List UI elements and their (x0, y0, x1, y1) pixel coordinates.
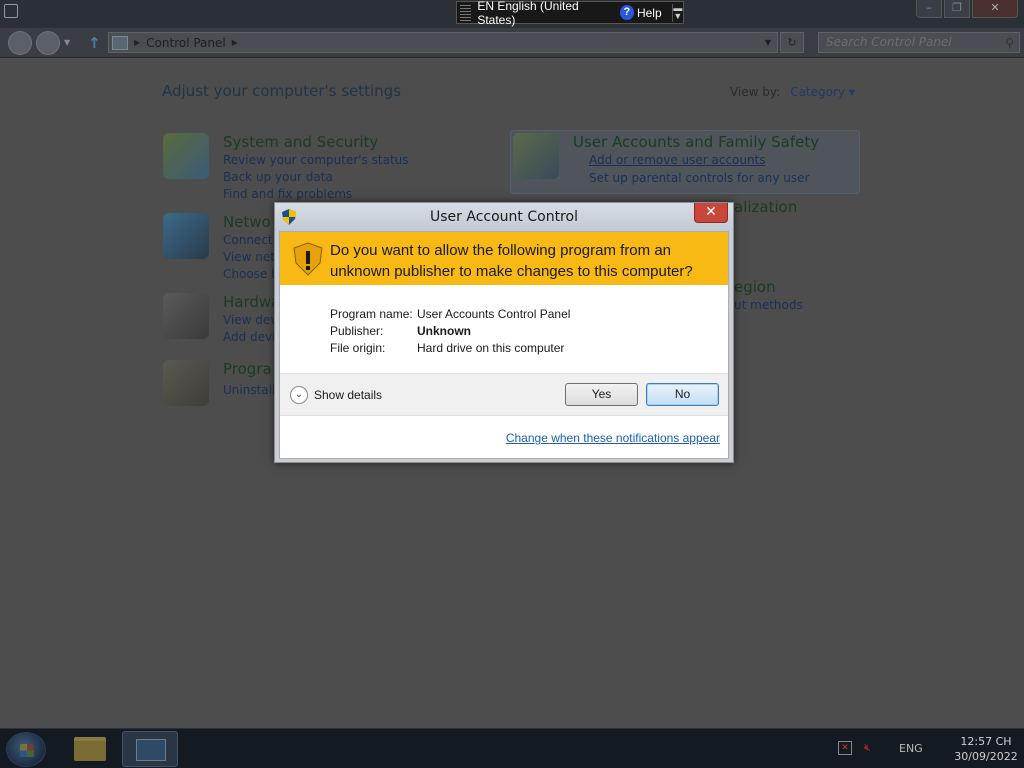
info-label: Program name: (330, 307, 413, 321)
uac-titlebar: User Account Control ✕ (275, 203, 733, 231)
close-window-button[interactable]: ✕ (972, 0, 1018, 18)
category-link[interactable]: Add devi (223, 330, 275, 344)
uac-dialog: User Account Control ✕ Do you want to al… (274, 202, 734, 463)
globe-icon (163, 213, 209, 259)
recent-pages-dropdown[interactable]: ▼ (64, 38, 70, 47)
breadcrumb-control-panel[interactable]: Control Panel (146, 36, 226, 50)
system-tray: ✕ 🔇︎ ENG 12:57 CH 30/09/2022 (834, 729, 1024, 768)
volume-muted-icon[interactable]: 🔇︎ (864, 741, 878, 755)
info-value: Unknown (417, 324, 471, 338)
category-title[interactable]: User Accounts and Family Safety (573, 133, 819, 151)
search-icon[interactable]: ⚲ (1005, 34, 1014, 53)
category-link[interactable]: View dev (223, 313, 277, 327)
info-label: Publisher: (330, 324, 384, 338)
window-icon (4, 4, 18, 18)
info-value: Hard drive on this computer (417, 341, 565, 355)
info-value: User Accounts Control Panel (417, 307, 571, 321)
action-center-icon[interactable]: ✕ (838, 741, 852, 755)
chevron-right-icon[interactable]: ▶ (232, 38, 238, 47)
category-title[interactable]: Netwo (223, 213, 271, 231)
tray-language[interactable]: ENG (899, 742, 923, 755)
category-link[interactable]: Choose h (223, 267, 279, 281)
chevron-down-icon[interactable]: ⌄ (290, 386, 308, 404)
search-placeholder: Search Control Panel (826, 35, 952, 49)
show-details-label[interactable]: Show details (314, 388, 382, 402)
uac-title: User Account Control (430, 209, 578, 225)
change-notifications-link[interactable]: Change when these notifications appear (506, 431, 720, 445)
category-link[interactable]: Find and fix problems (223, 187, 352, 201)
navigation-bar: ▼ ↑ ▶ Control Panel ▶ ▼ ↻ Search Control… (0, 28, 1024, 58)
view-by-control: View by: Category ▾ (730, 85, 855, 99)
info-label: File origin: (330, 341, 386, 355)
back-button[interactable] (8, 31, 32, 55)
minimize-button[interactable]: – (916, 0, 942, 18)
info-row: Program name: User Accounts Control Pane… (330, 307, 570, 324)
yes-button[interactable]: Yes (565, 383, 638, 406)
clock-date: 30/09/2022 (954, 750, 1018, 763)
category-link[interactable]: Uninstall (223, 383, 275, 397)
help-icon[interactable]: ? (619, 5, 634, 20)
program-info: Program name: User Accounts Control Pane… (330, 307, 570, 358)
search-input[interactable]: Search Control Panel ⚲ (818, 32, 1020, 53)
category-link[interactable]: Set up parental controls for any user (589, 171, 809, 185)
category-link[interactable]: Review your computer's status (223, 153, 409, 167)
warning-shield-icon (293, 242, 323, 276)
category-link[interactable]: Add or remove user accounts (589, 153, 766, 167)
printer-icon (163, 293, 209, 339)
grip-handle[interactable] (460, 4, 472, 21)
clock[interactable]: 12:57 CH 30/09/2022 (946, 734, 1024, 764)
help-label[interactable]: Help (637, 6, 662, 20)
control-panel-icon (136, 739, 166, 761)
view-by-dropdown[interactable]: Category ▾ (790, 85, 855, 99)
info-row: Publisher: Unknown (330, 324, 570, 341)
address-bar[interactable]: ▶ Control Panel ▶ ▼ (108, 32, 778, 53)
language-bar-options-icon[interactable]: ▬ ▼ (671, 3, 683, 22)
forward-button[interactable] (36, 31, 60, 55)
uac-warning-banner: Do you want to allow the following progr… (280, 232, 728, 285)
folder-icon (74, 737, 106, 761)
users-icon (513, 133, 559, 179)
close-button[interactable]: ✕ (694, 203, 728, 223)
no-button[interactable]: No (646, 383, 719, 406)
chevron-right-icon: ▶ (134, 38, 141, 47)
restore-button[interactable]: ❐ (944, 0, 970, 18)
page-title: Adjust your computer's settings (162, 82, 402, 100)
category-link[interactable]: ut methods (734, 298, 803, 312)
input-language[interactable]: EN English (United States) (477, 0, 612, 27)
up-arrow-icon[interactable]: ↑ (88, 34, 101, 52)
category-title[interactable]: egion (734, 278, 776, 296)
taskbar-explorer[interactable] (62, 731, 118, 767)
clock-time: 12:57 CH (960, 735, 1012, 748)
category-title[interactable]: Progra (223, 360, 272, 378)
info-row: File origin: Hard drive on this computer (330, 341, 570, 358)
category-title[interactable]: Hardwa (223, 293, 280, 311)
windows-logo-icon (20, 744, 34, 757)
language-bar: EN English (United States) ? Help ▬ ▼ (456, 0, 684, 27)
category-link[interactable]: Back up your data (223, 170, 333, 184)
address-dropdown-icon[interactable]: ▼ (765, 38, 771, 47)
programs-icon (163, 360, 209, 406)
category-link[interactable]: Connect t (223, 233, 281, 247)
view-by-label: View by: (730, 85, 781, 99)
uac-button-row: ⌄ Show details Yes No (280, 374, 728, 416)
taskbar: ✕ 🔇︎ ENG 12:57 CH 30/09/2022 (0, 728, 1024, 768)
category-title[interactable]: System and Security (223, 133, 378, 151)
window-controls: – ❐ ✕ (916, 0, 1018, 18)
taskbar-control-panel[interactable] (122, 731, 178, 767)
refresh-button[interactable]: ↻ (780, 32, 804, 53)
uac-body: Do you want to allow the following progr… (279, 231, 729, 459)
start-button[interactable] (6, 732, 46, 767)
uac-question: Do you want to allow the following progr… (330, 242, 693, 280)
category-title[interactable]: alization (734, 198, 797, 216)
control-panel-icon (112, 35, 128, 50)
show-details-toggle[interactable]: ⌄ Show details (290, 386, 382, 404)
shield-icon (163, 133, 209, 179)
